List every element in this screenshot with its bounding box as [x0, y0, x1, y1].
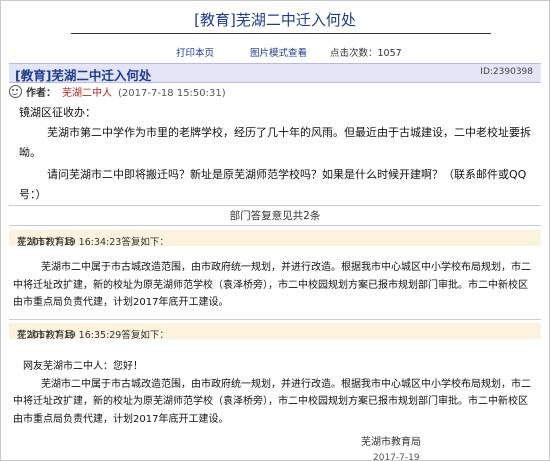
- reply-body: 芜湖市二中属于市古城改造范围，由市政府统一规划，并进行改造。根据我市中心城区中小…: [13, 259, 535, 312]
- title-divider: [71, 33, 491, 34]
- reply-header: 芜湖市教育局 在2017-7-19 16:34:23答复如下：: [9, 230, 541, 248]
- divider: [9, 319, 541, 320]
- author-name: 芜湖二中人: [62, 88, 112, 99]
- post-title: [教育]芜湖二中迁入何处: [15, 68, 152, 83]
- post-timestamp: (2017-7-18 15:50:31): [118, 88, 226, 99]
- image-mode-link[interactable]: 图片模式查看: [250, 45, 307, 59]
- divider: [9, 225, 541, 226]
- reply-greeting: 网友芜湖市二中人：您好！: [23, 361, 143, 372]
- author-label: 作者：: [26, 88, 56, 99]
- reply-time: 在2017-7-19 16:35:29答复如下：: [17, 330, 169, 341]
- reply-body: 网友芜湖市二中人：您好！ 芜湖市二中属于市古城改造范围，由市政府统一规划，并进行…: [13, 358, 535, 428]
- reply-text: 芜湖市二中属于市古城改造范围，由市政府统一规划，并进行改造。根据我市中心城区中小…: [13, 262, 531, 308]
- smiley-icon: [9, 85, 22, 98]
- post-body: 镜湖区征收办： 芜湖市第二中学作为市里的老牌学校，经历了几十年的风雨。但最近由于…: [19, 103, 537, 205]
- reply-time: 在2017-7-19 16:34:23答复如下：: [17, 237, 169, 248]
- page-frame: [教育]芜湖二中迁入何处 打印本页 图片模式查看 点击次数：1057 [教育]芜…: [0, 0, 550, 461]
- divider: [9, 205, 541, 206]
- print-link[interactable]: 打印本页: [176, 45, 214, 59]
- post-paragraph-1: 芜湖市第二中学作为市里的老牌学校，经历了几十年的风雨。但最近由于古城建设，二中老…: [19, 126, 531, 159]
- post-addressee: 镜湖区征收办：: [19, 106, 96, 119]
- reply-text: 芜湖市二中属于市古城改造范围，由市政府统一规划，并进行改造。根据我市中心城区中小…: [13, 378, 531, 425]
- click-count-value: 1057: [377, 48, 402, 59]
- click-count-label: 点击次数：: [330, 48, 378, 59]
- post-paragraph-2: 请问芜湖市二中即将搬迁吗？新址是原芜湖师范学校吗？如果是什么时候开建啊？（联系邮…: [19, 168, 527, 201]
- reply-signature: 芜湖市教育局: [361, 437, 421, 448]
- reply-date: 2017-7-19: [373, 453, 420, 461]
- author-line: 作者： 芜湖二中人 (2017-7-18 15:50:31): [9, 84, 226, 99]
- post-header-bar: [教育]芜湖二中迁入何处 ID:2390398: [9, 63, 541, 83]
- reply-header: 芜湖市教育局 在2017-7-19 16:35:29答复如下：: [9, 323, 541, 341]
- post-id: ID:2390398: [480, 67, 533, 77]
- replies-count-label: 部门答复意见共2条: [229, 210, 321, 222]
- page-title: [教育]芜湖二中迁入何处: [194, 11, 356, 29]
- click-count: 点击次数：1057: [330, 45, 402, 59]
- toolbar: 打印本页 图片模式查看 点击次数：1057: [1, 45, 549, 61]
